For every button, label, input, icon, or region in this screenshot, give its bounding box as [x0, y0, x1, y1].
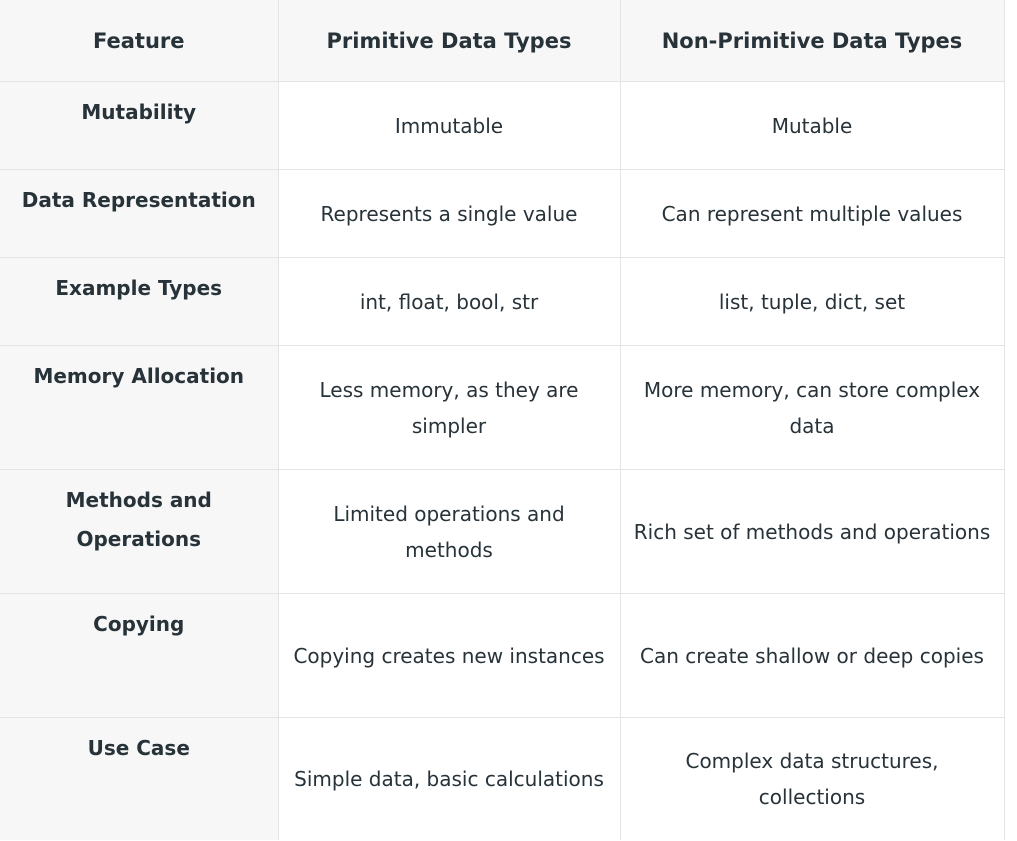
header-feature: Feature [0, 0, 279, 82]
row-non-primitive: Can represent multiple values [620, 169, 1005, 258]
row-primitive: Limited operations and methods [278, 469, 621, 594]
table-row: Copying Copying creates new instances Ca… [0, 593, 1005, 718]
row-primitive: Copying creates new instances [278, 593, 621, 718]
table-row: Data Representation Represents a single … [0, 169, 1005, 258]
row-feature: Methods and Operations [0, 469, 279, 594]
header-primitive: Primitive Data Types [278, 0, 621, 82]
table-header: Feature Primitive Data Types Non-Primiti… [0, 0, 1005, 82]
table-row: Use Case Simple data, basic calculations… [0, 717, 1005, 840]
table-row: Memory Allocation Less memory, as they a… [0, 345, 1005, 470]
row-non-primitive: Mutable [620, 81, 1005, 170]
header-row: Feature Primitive Data Types Non-Primiti… [0, 0, 1005, 82]
header-non-primitive: Non-Primitive Data Types [620, 0, 1005, 82]
table-row: Methods and Operations Limited operation… [0, 469, 1005, 594]
row-feature: Mutability [0, 81, 279, 170]
table-body: Mutability Immutable Mutable Data Repres… [0, 81, 1005, 840]
row-feature: Data Representation [0, 169, 279, 258]
row-primitive: Simple data, basic calculations [278, 717, 621, 840]
row-feature: Memory Allocation [0, 345, 279, 470]
table-row: Mutability Immutable Mutable [0, 81, 1005, 170]
row-primitive: int, float, bool, str [278, 257, 621, 346]
row-non-primitive: Can create shallow or deep copies [620, 593, 1005, 718]
comparison-table: Feature Primitive Data Types Non-Primiti… [0, 0, 1005, 840]
row-feature: Copying [0, 593, 279, 718]
row-non-primitive: Rich set of methods and operations [620, 469, 1005, 594]
row-non-primitive: list, tuple, dict, set [620, 257, 1005, 346]
table-row: Example Types int, float, bool, str list… [0, 257, 1005, 346]
row-non-primitive: More memory, can store complex data [620, 345, 1005, 470]
row-feature: Example Types [0, 257, 279, 346]
row-primitive: Less memory, as they are simpler [278, 345, 621, 470]
row-non-primitive: Complex data structures, collections [620, 717, 1005, 840]
row-primitive: Immutable [278, 81, 621, 170]
row-primitive: Represents a single value [278, 169, 621, 258]
row-feature: Use Case [0, 717, 279, 840]
